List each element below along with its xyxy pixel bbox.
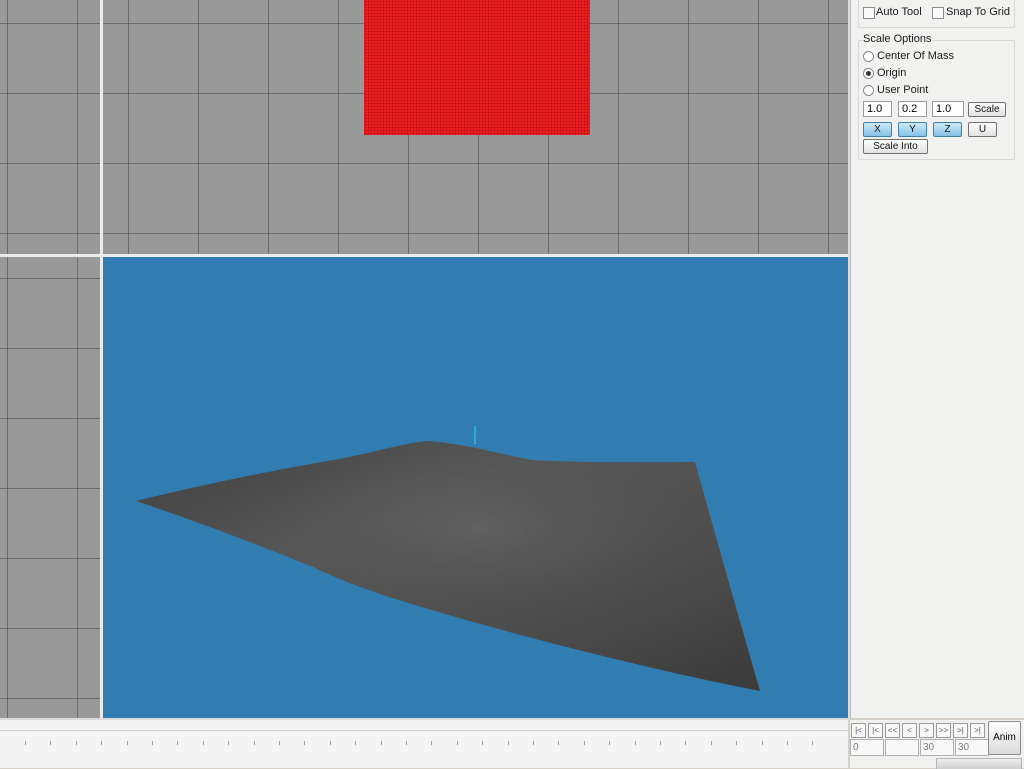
axis-u-toggle[interactable]: U — [968, 122, 997, 137]
timeline-tick — [710, 741, 712, 745]
timeline-tick — [761, 741, 763, 745]
snap-to-grid-checkbox[interactable] — [932, 7, 944, 19]
scale-button[interactable]: Scale — [968, 102, 1006, 117]
timeline-tick — [75, 741, 77, 745]
scale-into-button[interactable]: Scale Into — [863, 139, 928, 154]
user-point-radio[interactable] — [863, 85, 874, 96]
timeline-tick — [685, 741, 687, 745]
top-right-ortho-viewport[interactable] — [103, 0, 848, 254]
timeline-tick — [406, 741, 407, 745]
timeline-rail — [0, 730, 848, 731]
origin-radio[interactable] — [863, 68, 874, 79]
timeline-tick — [456, 741, 458, 745]
play-icon[interactable]: > — [919, 723, 934, 738]
scale-options-title: Scale Options — [862, 33, 933, 45]
timeline-tick — [279, 741, 280, 745]
timeline-tick — [126, 741, 128, 745]
fast-forward-icon[interactable]: >> — [936, 723, 951, 738]
timeline-tick — [25, 741, 26, 745]
bottom-left-ortho-viewport[interactable] — [0, 257, 100, 718]
scale-x-input[interactable]: 1.0 — [863, 101, 892, 117]
timeline-tick — [812, 741, 814, 745]
axis-y-toggle[interactable]: Y — [898, 122, 927, 137]
timeline-tick — [431, 741, 433, 745]
timeline-tick — [228, 741, 230, 745]
timeline-tick — [152, 741, 153, 745]
next-key-icon[interactable]: >| — [953, 723, 968, 738]
selected-object[interactable] — [364, 0, 590, 135]
viewport-divider-vertical[interactable] — [100, 0, 103, 718]
prev-key-icon[interactable]: |< — [868, 723, 883, 738]
timeline-tick — [482, 741, 484, 745]
status-bar-grip — [936, 758, 1022, 769]
perspective-3d-viewport[interactable] — [103, 257, 848, 718]
timeline-track[interactable] — [0, 720, 848, 768]
auto-tool-checkbox[interactable] — [863, 7, 875, 19]
axis-z-toggle[interactable]: Z — [933, 122, 962, 137]
center-of-mass-label: Center Of Mass — [877, 50, 955, 62]
step-back-icon[interactable]: < — [902, 723, 917, 738]
timeline-tick — [355, 741, 357, 745]
timeline-tick — [304, 741, 306, 745]
rewind-icon[interactable]: << — [885, 723, 900, 738]
user-point-label: User Point — [877, 84, 929, 96]
timeline-tick — [583, 741, 585, 745]
scale-z-input[interactable]: 1.0 — [932, 101, 964, 117]
total-frames-field[interactable]: 30 — [955, 739, 989, 756]
timeline-tick — [558, 741, 560, 745]
timeline-tick — [736, 741, 738, 745]
timeline-tick — [380, 741, 382, 745]
center-of-mass-radio[interactable] — [863, 51, 874, 62]
timeline-tick — [507, 741, 509, 745]
timeline-tick — [253, 741, 255, 745]
timeline-tick — [177, 741, 179, 745]
timeline-tick — [787, 741, 788, 745]
snap-to-grid-label: Snap To Grid — [946, 6, 1011, 18]
start-frame-field[interactable]: 0 — [850, 739, 884, 756]
scale-y-input[interactable]: 0.2 — [898, 101, 927, 117]
terrain-mesh-render — [136, 426, 760, 691]
timeline-tick — [634, 741, 636, 745]
tool-options-panel: Auto Tool Snap To Grid Scale Options Cen… — [850, 0, 1024, 718]
timeline-tick — [329, 741, 331, 745]
timeline-tick — [50, 741, 52, 745]
current-frame-field[interactable] — [885, 739, 919, 756]
timeline-tick — [660, 741, 661, 745]
auto-tool-label: Auto Tool — [876, 6, 922, 18]
go-to-end-icon[interactable]: >| — [970, 723, 985, 738]
end-frame-field[interactable]: 30 — [920, 739, 954, 756]
axis-x-toggle[interactable]: X — [863, 122, 892, 137]
timeline-tick — [533, 741, 534, 745]
timeline-tick — [101, 741, 103, 745]
timeline-tick — [202, 741, 204, 745]
viewport-divider-horizontal[interactable] — [0, 254, 848, 257]
go-to-start-icon[interactable]: |< — [851, 723, 866, 738]
timeline-tick — [609, 741, 611, 745]
anim-button[interactable]: Anim — [988, 721, 1021, 755]
top-left-ortho-viewport[interactable] — [0, 0, 100, 254]
origin-label: Origin — [877, 67, 907, 79]
